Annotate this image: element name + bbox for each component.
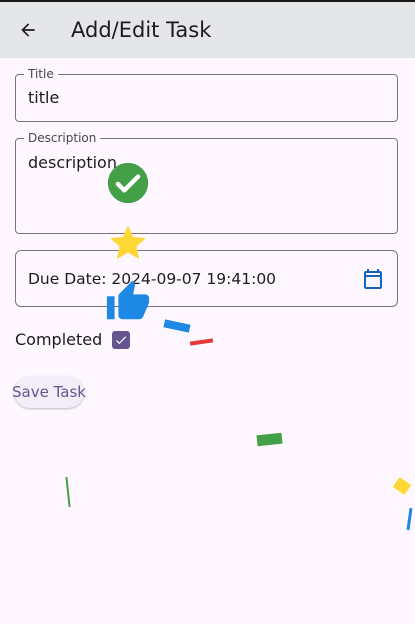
confetti-piece bbox=[189, 338, 214, 346]
due-date-field[interactable]: Due Date: 2024-09-07 19:41:00 bbox=[15, 250, 398, 307]
description-field[interactable]: Description description bbox=[15, 130, 398, 234]
arrow-back-icon bbox=[21, 23, 35, 37]
confetti-piece bbox=[256, 432, 283, 447]
completed-checkbox[interactable] bbox=[112, 331, 131, 349]
page-title: Add/Edit Task bbox=[71, 18, 212, 42]
confetti-piece bbox=[392, 477, 412, 495]
confetti-piece bbox=[65, 476, 71, 508]
title-field-label: Title bbox=[24, 66, 58, 82]
confetti-piece bbox=[406, 507, 413, 531]
calendar-icon bbox=[364, 269, 382, 289]
thumbs-up-icon bbox=[106, 280, 150, 320]
checkmark-icon bbox=[116, 336, 127, 345]
description-field-label: Description bbox=[24, 130, 101, 146]
star-icon bbox=[110, 225, 146, 259]
completed-label: Completed bbox=[15, 330, 103, 349]
completed-row: Completed bbox=[15, 328, 131, 352]
title-field[interactable]: Title title bbox=[15, 66, 398, 122]
description-field-value: description bbox=[28, 153, 117, 172]
app-bar: Add/Edit Task bbox=[0, 2, 415, 58]
calendar-button[interactable] bbox=[361, 267, 385, 291]
title-field-value: title bbox=[28, 88, 60, 107]
back-button[interactable] bbox=[6, 8, 50, 52]
confetti-piece bbox=[163, 319, 191, 333]
save-task-button[interactable]: Save Task bbox=[12, 376, 86, 408]
check-circle-icon bbox=[107, 162, 149, 204]
